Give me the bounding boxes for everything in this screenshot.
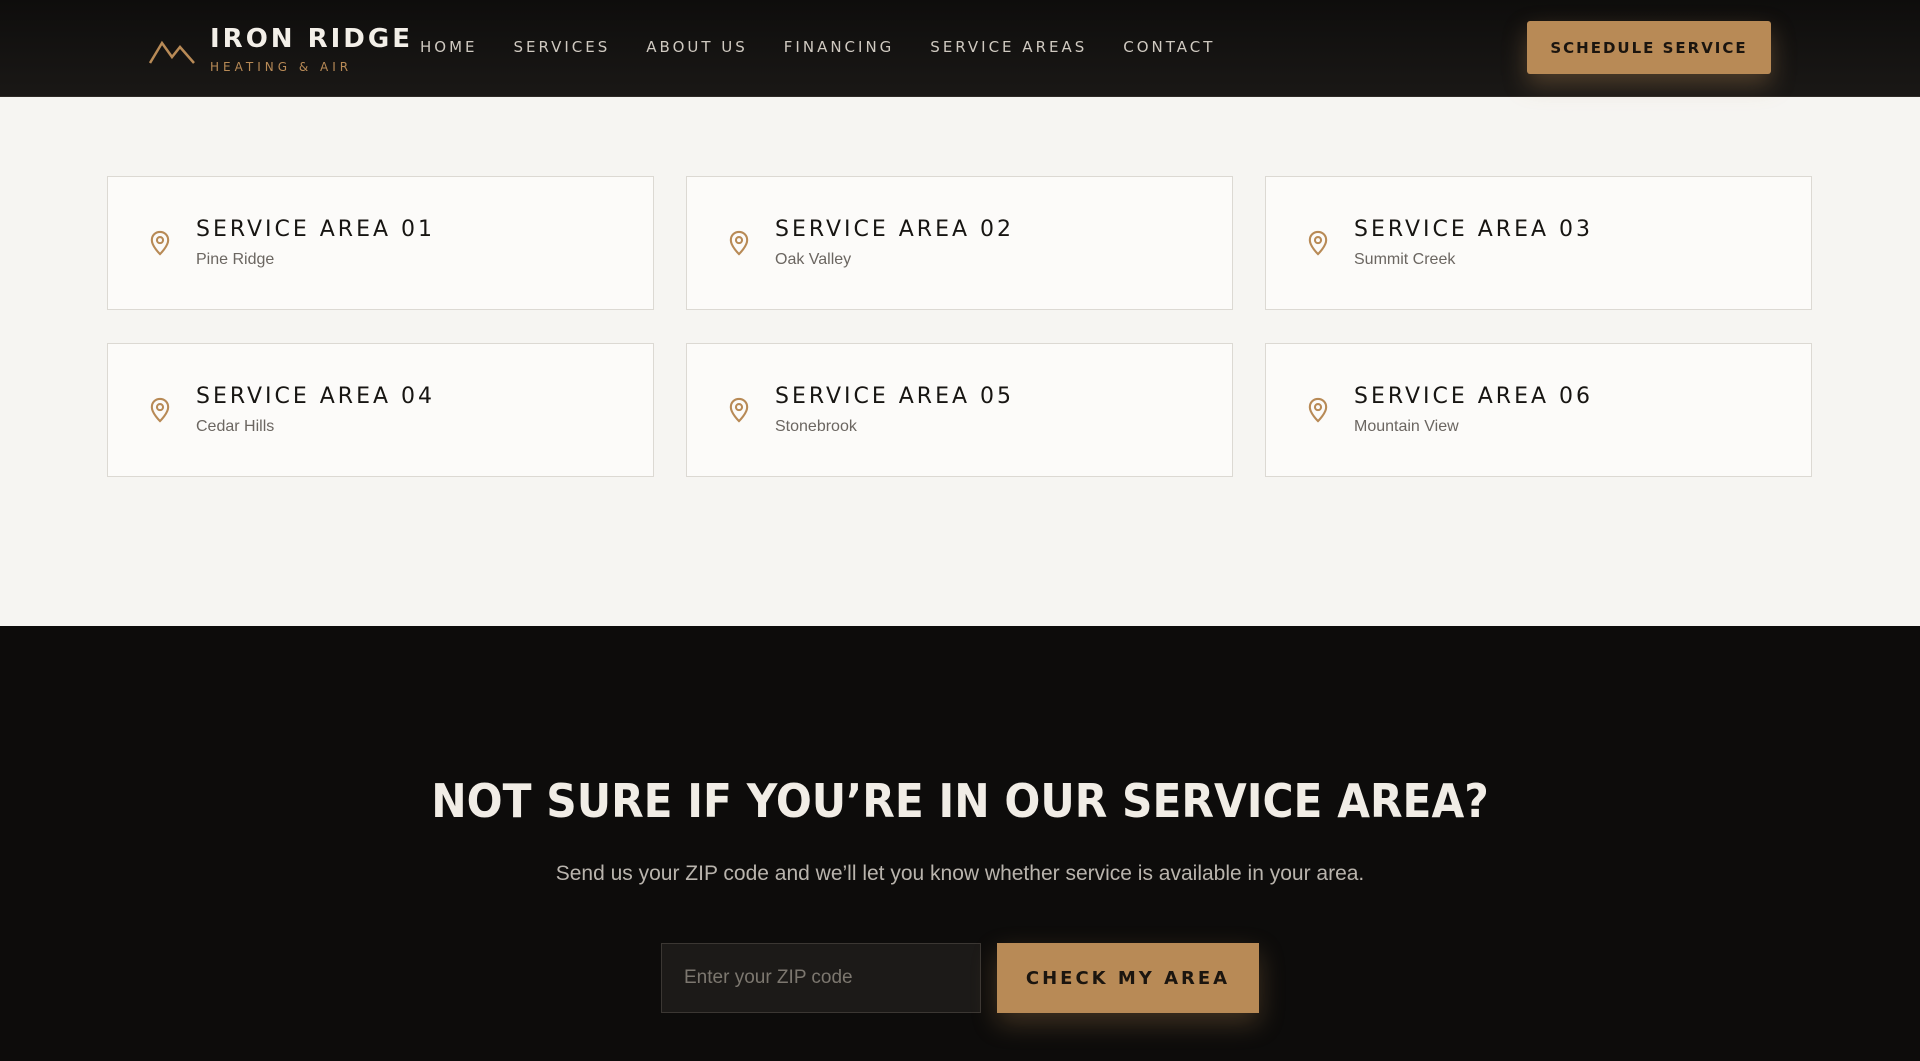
service-area-title: SERVICE AREA 01 [196,217,436,242]
mountain-logo-icon [148,40,195,64]
service-area-title: SERVICE AREA 04 [196,384,436,409]
site-header: IRON RIDGE HEATING & AIR HOME SERVICES A… [0,0,1920,97]
brand-tagline: HEATING & AIR [210,60,353,74]
brand-name: IRON RIDGE [210,24,413,54]
map-pin-icon [150,397,170,423]
map-pin-icon [1308,230,1328,256]
zip-code-input[interactable] [661,943,981,1013]
service-area-title: SERVICE AREA 02 [775,217,1015,242]
nav-item-financing[interactable]: FINANCING [784,38,895,56]
nav-item-service-areas[interactable]: SERVICE AREAS [930,38,1087,56]
nav-item-contact[interactable]: CONTACT [1123,38,1215,56]
service-area-card: SERVICE AREA 01 Pine Ridge [107,176,654,310]
nav-item-about-us[interactable]: ABOUT US [646,38,748,56]
zip-check-heading: NOT SURE IF YOU’RE IN OUR SERVICE AREA? [431,774,1489,828]
map-pin-icon [729,397,749,423]
service-area-card: SERVICE AREA 04 Cedar Hills [107,343,654,477]
service-area-card: SERVICE AREA 06 Mountain View [1265,343,1812,477]
brand-logo[interactable]: IRON RIDGE HEATING & AIR [148,24,413,74]
zip-check-subtext: Send us your ZIP code and we’ll let you … [555,862,1365,885]
service-area-card: SERVICE AREA 02 Oak Valley [686,176,1233,310]
service-area-name: Oak Valley [775,251,852,268]
zip-check-section: NOT SURE IF YOU’RE IN OUR SERVICE AREA? … [0,626,1920,1061]
map-pin-icon [150,230,170,256]
service-area-title: SERVICE AREA 03 [1354,217,1594,242]
service-area-card: SERVICE AREA 05 Stonebrook [686,343,1233,477]
service-areas-grid: SERVICE AREA 01 Pine Ridge SERVICE AREA … [107,176,1813,477]
service-area-title: SERVICE AREA 05 [775,384,1015,409]
nav-item-home[interactable]: HOME [420,38,478,56]
service-area-name: Summit Creek [1354,251,1456,268]
service-area-name: Stonebrook [775,418,857,435]
service-area-card: SERVICE AREA 03 Summit Creek [1265,176,1812,310]
service-area-name: Pine Ridge [196,251,275,268]
map-pin-icon [729,230,749,256]
main-nav: HOME SERVICES ABOUT US FINANCING SERVICE… [420,38,1251,56]
nav-item-services[interactable]: SERVICES [514,38,611,56]
service-area-title: SERVICE AREA 06 [1354,384,1594,409]
check-my-area-button[interactable]: CHECK MY AREA [997,943,1259,1013]
map-pin-icon [1308,397,1328,423]
schedule-service-button[interactable]: SCHEDULE SERVICE [1527,21,1771,74]
brand-text: IRON RIDGE HEATING & AIR [210,24,413,74]
service-area-name: Cedar Hills [196,418,275,435]
service-area-name: Mountain View [1354,418,1459,435]
